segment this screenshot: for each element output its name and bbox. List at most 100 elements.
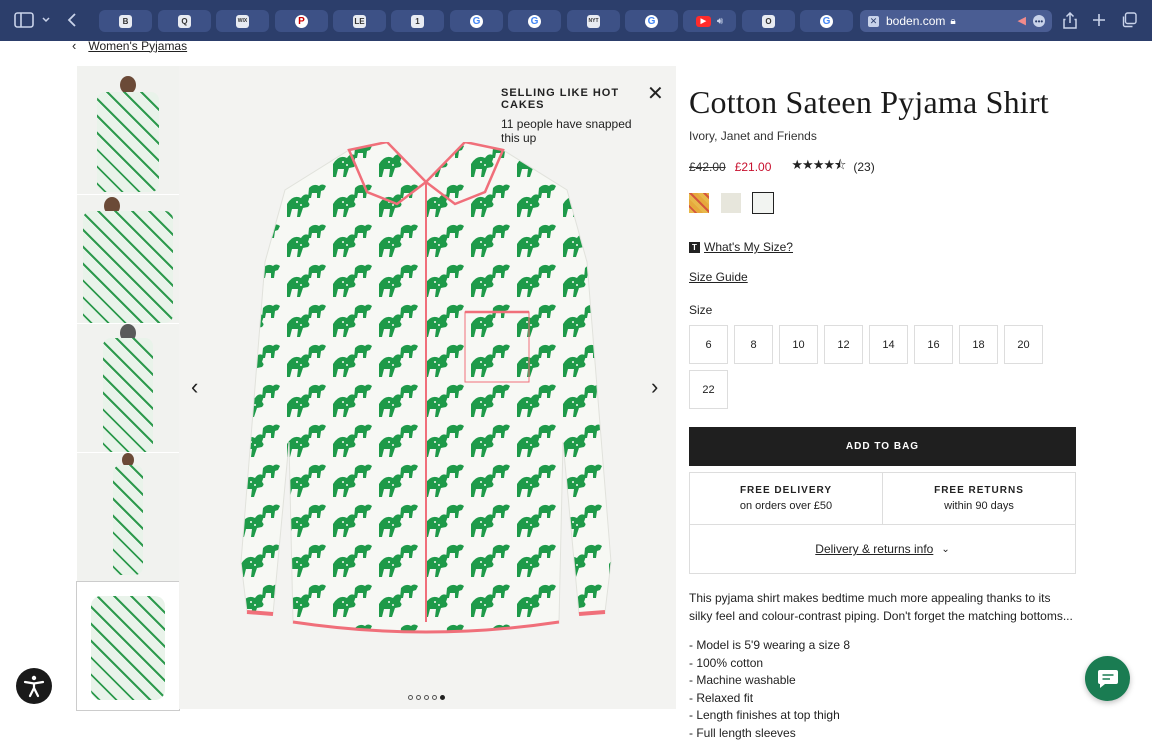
size-option[interactable]: 16: [914, 325, 953, 364]
browser-tab[interactable]: WIX: [216, 10, 269, 32]
model-figure: [103, 338, 153, 452]
thumbnail-5[interactable]: [76, 581, 180, 711]
new-tab-icon[interactable]: [1090, 11, 1108, 29]
active-tab[interactable]: ✕ boden.com 🔒︎ ◀︎ •••: [860, 10, 1052, 32]
youtube-icon: ▶: [695, 15, 711, 27]
size-guide: Size Guide: [689, 270, 1077, 284]
detail-item: - Full length sleeves: [689, 725, 796, 740]
free-returns: FREE RETURNS within 90 days: [882, 473, 1075, 524]
browser-tab[interactable]: LE: [333, 10, 386, 32]
swatch-multicolour[interactable]: [689, 193, 709, 213]
browser-tab[interactable]: O: [742, 10, 795, 32]
thumbnail-3[interactable]: [77, 324, 179, 452]
add-to-bag-button[interactable]: ADD TO BAG: [689, 427, 1076, 466]
perk-text: within 90 days: [944, 500, 1014, 512]
chevron-down-icon[interactable]: [40, 13, 52, 27]
perk-title: FREE RETURNS: [934, 485, 1024, 496]
size-option[interactable]: 10: [779, 325, 818, 364]
size-option[interactable]: 8: [734, 325, 773, 364]
model-figure: [113, 465, 143, 575]
size-option[interactable]: 22: [689, 370, 728, 409]
browser-tab[interactable]: G: [625, 10, 678, 32]
browser-tab[interactable]: P: [275, 10, 328, 32]
banner-text: 11 people have snapped this up: [501, 117, 632, 145]
more-icon[interactable]: •••: [1033, 15, 1045, 27]
chevron-left-icon[interactable]: ‹: [72, 38, 76, 53]
selling-banner: SELLING LIKE HOT CAKES 11 people have sn…: [501, 87, 641, 145]
size-guide-link[interactable]: Size Guide: [689, 270, 748, 284]
perk-title: FREE DELIVERY: [739, 485, 833, 496]
price-row: £42.00 £21.00 ★★★★⯪ (23): [689, 156, 1077, 178]
carousel-dot[interactable]: [424, 695, 429, 700]
size-option[interactable]: 18: [959, 325, 998, 364]
chat-icon: [1097, 669, 1118, 688]
thumbnail-2[interactable]: [77, 195, 179, 323]
back-icon[interactable]: [64, 11, 80, 29]
product-title: Cotton Sateen Pyjama Shirt: [689, 84, 1049, 120]
size-option[interactable]: 12: [824, 325, 863, 364]
close-icon[interactable]: ✕: [647, 84, 664, 104]
product-info: Cotton Sateen Pyjama Shirt Ivory, Janet …: [689, 84, 1077, 743]
le-icon: LE: [353, 14, 366, 28]
browser-tab[interactable]: NYT: [567, 10, 620, 32]
main-product-image: SELLING LIKE HOT CAKES 11 people have sn…: [179, 66, 676, 709]
pyjama-shirt-image: [240, 142, 612, 634]
breadcrumb-womens-pyjamas[interactable]: Women's Pyjamas: [88, 39, 187, 53]
chat-button[interactable]: [1085, 656, 1130, 701]
product-details-list: - Model is 5'9 wearing a size 8 - 100% co…: [689, 637, 1077, 743]
tab-overview-icon[interactable]: [1120, 11, 1138, 29]
close-tab-icon[interactable]: ✕: [868, 15, 879, 27]
browser-tab[interactable]: 1: [391, 10, 444, 32]
size-option[interactable]: 6: [689, 325, 728, 364]
carousel-dot[interactable]: [408, 695, 413, 700]
browser-tab[interactable]: B: [99, 10, 152, 32]
browser-tab[interactable]: ▶ 🔊︎: [683, 10, 736, 32]
google-icon: G: [645, 14, 658, 28]
b-icon: B: [119, 14, 132, 28]
one-icon: 1: [411, 14, 424, 28]
size-option[interactable]: 14: [869, 325, 908, 364]
size-option[interactable]: 20: [1004, 325, 1043, 364]
carousel-dot-active[interactable]: [440, 695, 445, 700]
browser-tab[interactable]: Q: [158, 10, 211, 32]
detail-item: - Model is 5'9 wearing a size 8: [689, 638, 851, 652]
truefit-icon: T: [689, 241, 700, 253]
model-figure: [83, 211, 173, 323]
accessibility-button[interactable]: [16, 668, 52, 704]
share-icon[interactable]: [1061, 11, 1079, 29]
browser-tab[interactable]: G: [508, 10, 561, 32]
swatch-selected[interactable]: [752, 192, 774, 214]
nyt-icon: NYT: [587, 14, 600, 28]
next-image-icon[interactable]: ›: [651, 374, 658, 400]
q-icon: Q: [178, 14, 191, 28]
breadcrumb: ‹ Women's Pyjamas: [72, 38, 187, 53]
old-price: £42.00: [689, 160, 726, 174]
size-selector: 6 8 10 12 14 16 18 20 22: [689, 325, 1049, 409]
speaker-icon[interactable]: 🔊︎: [717, 16, 723, 27]
sidebar-toggle-icon[interactable]: [14, 11, 34, 29]
speaker-muted-icon[interactable]: ◀︎: [1018, 14, 1026, 27]
carousel-dot[interactable]: [416, 695, 421, 700]
whats-my-size-link[interactable]: What's My Size?: [704, 240, 793, 254]
shirt-figure: [91, 596, 165, 700]
google-icon: G: [528, 14, 541, 28]
browser-tab[interactable]: G: [450, 10, 503, 32]
colour-swatches: [689, 192, 1077, 214]
pinterest-icon: P: [295, 14, 308, 28]
size-help: T What's My Size?: [689, 240, 1077, 254]
browser-tab[interactable]: G: [800, 10, 853, 32]
sale-price: £21.00: [734, 160, 772, 174]
delivery-returns-toggle[interactable]: Delivery & returns info ⌄: [690, 525, 1075, 573]
perk-text: on orders over £50: [739, 500, 833, 512]
swatch-ivory[interactable]: [721, 193, 741, 213]
prev-image-icon[interactable]: ‹: [191, 374, 198, 400]
delivery-returns-link[interactable]: Delivery & returns info: [815, 542, 933, 556]
chevron-down-icon: ⌄: [941, 543, 950, 555]
thumbnail-gallery: [76, 66, 180, 711]
carousel-dot[interactable]: [432, 695, 437, 700]
product-description: This pyjama shirt makes bedtime much mor…: [689, 591, 1073, 623]
thumbnail-1[interactable]: [77, 66, 179, 194]
rating-stars[interactable]: ★★★★⯪: [791, 156, 846, 178]
review-count[interactable]: (23): [853, 160, 874, 174]
thumbnail-4[interactable]: [77, 453, 179, 581]
